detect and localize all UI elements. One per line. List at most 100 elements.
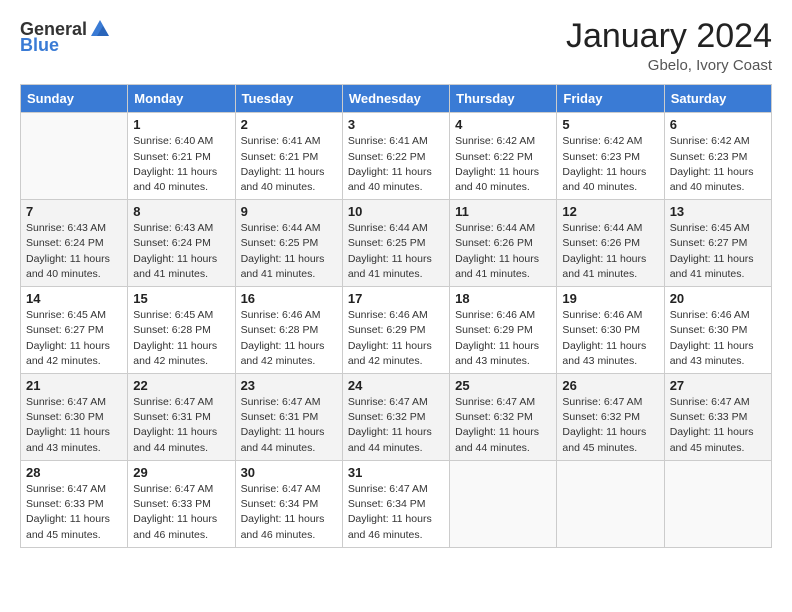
day-number: 4 bbox=[455, 117, 551, 132]
calendar-cell: 14 Sunrise: 6:45 AMSunset: 6:27 PMDayligh… bbox=[21, 287, 128, 374]
calendar-cell: 23 Sunrise: 6:47 AMSunset: 6:31 PMDayligh… bbox=[235, 374, 342, 461]
header-row: SundayMondayTuesdayWednesdayThursdayFrid… bbox=[21, 85, 772, 113]
day-info: Sunrise: 6:46 AMSunset: 6:30 PMDaylight:… bbox=[670, 308, 766, 369]
day-info: Sunrise: 6:44 AMSunset: 6:26 PMDaylight:… bbox=[455, 221, 551, 282]
day-info: Sunrise: 6:46 AMSunset: 6:29 PMDaylight:… bbox=[455, 308, 551, 369]
calendar-cell: 2Sunrise: 6:41 AMSunset: 6:21 PMDaylight… bbox=[235, 113, 342, 200]
day-info: Sunrise: 6:43 AMSunset: 6:24 PMDaylight:… bbox=[133, 221, 229, 282]
day-number: 18 bbox=[455, 291, 551, 306]
day-number: 9 bbox=[241, 204, 337, 219]
day-number: 30 bbox=[241, 465, 337, 480]
day-number: 25 bbox=[455, 378, 551, 393]
day-info: Sunrise: 6:46 AMSunset: 6:29 PMDaylight:… bbox=[348, 308, 444, 369]
day-number: 5 bbox=[562, 117, 658, 132]
header-cell-friday: Friday bbox=[557, 85, 664, 113]
calendar-cell: 8 Sunrise: 6:43 AMSunset: 6:24 PMDaylight… bbox=[128, 200, 235, 287]
day-number: 28 bbox=[26, 465, 122, 480]
header-cell-saturday: Saturday bbox=[664, 85, 771, 113]
calendar-cell bbox=[664, 460, 771, 547]
header-cell-sunday: Sunday bbox=[21, 85, 128, 113]
calendar-cell: 31Sunrise: 6:47 AMSunset: 6:34 PMDayligh… bbox=[342, 460, 449, 547]
day-info: Sunrise: 6:45 AMSunset: 6:28 PMDaylight:… bbox=[133, 308, 229, 369]
calendar-cell: 15 Sunrise: 6:45 AMSunset: 6:28 PMDayligh… bbox=[128, 287, 235, 374]
calendar-cell: 20 Sunrise: 6:46 AMSunset: 6:30 PMDayligh… bbox=[664, 287, 771, 374]
week-row-2: 7 Sunrise: 6:43 AMSunset: 6:24 PMDaylight… bbox=[21, 200, 772, 287]
day-number: 6 bbox=[670, 117, 766, 132]
day-info: Sunrise: 6:47 AMSunset: 6:31 PMDaylight:… bbox=[133, 395, 229, 456]
day-info: Sunrise: 6:47 AMSunset: 6:32 PMDaylight:… bbox=[455, 395, 551, 456]
day-info: Sunrise: 6:47 AMSunset: 6:34 PMDaylight:… bbox=[348, 482, 444, 543]
calendar-cell: 3 Sunrise: 6:41 AMSunset: 6:22 PMDaylight… bbox=[342, 113, 449, 200]
day-number: 23 bbox=[241, 378, 337, 393]
calendar-cell: 4 Sunrise: 6:42 AMSunset: 6:22 PMDaylight… bbox=[450, 113, 557, 200]
calendar-table: SundayMondayTuesdayWednesdayThursdayFrid… bbox=[20, 84, 772, 547]
day-number: 21 bbox=[26, 378, 122, 393]
calendar-cell: 27 Sunrise: 6:47 AMSunset: 6:33 PMDayligh… bbox=[664, 374, 771, 461]
day-number: 14 bbox=[26, 291, 122, 306]
header-cell-thursday: Thursday bbox=[450, 85, 557, 113]
title-block: January 2024 Gbelo, Ivory Coast bbox=[566, 18, 772, 74]
calendar-cell bbox=[450, 460, 557, 547]
calendar-cell: 29 Sunrise: 6:47 AMSunset: 6:33 PMDayligh… bbox=[128, 460, 235, 547]
calendar-cell: 26 Sunrise: 6:47 AMSunset: 6:32 PMDayligh… bbox=[557, 374, 664, 461]
day-info: Sunrise: 6:45 AMSunset: 6:27 PMDaylight:… bbox=[26, 308, 122, 369]
day-number: 29 bbox=[133, 465, 229, 480]
day-number: 17 bbox=[348, 291, 444, 306]
day-info: Sunrise: 6:47 AMSunset: 6:32 PMDaylight:… bbox=[348, 395, 444, 456]
day-info: Sunrise: 6:47 AMSunset: 6:34 PMDaylight:… bbox=[241, 482, 337, 543]
day-info: Sunrise: 6:47 AMSunset: 6:33 PMDaylight:… bbox=[26, 482, 122, 543]
day-number: 19 bbox=[562, 291, 658, 306]
day-info: Sunrise: 6:44 AMSunset: 6:25 PMDaylight:… bbox=[241, 221, 337, 282]
calendar-cell: 9 Sunrise: 6:44 AMSunset: 6:25 PMDaylight… bbox=[235, 200, 342, 287]
day-info: Sunrise: 6:41 AMSunset: 6:22 PMDaylight:… bbox=[348, 134, 444, 195]
week-row-5: 28 Sunrise: 6:47 AMSunset: 6:33 PMDayligh… bbox=[21, 460, 772, 547]
day-number: 2 bbox=[241, 117, 337, 132]
day-number: 10 bbox=[348, 204, 444, 219]
day-number: 22 bbox=[133, 378, 229, 393]
header-cell-wednesday: Wednesday bbox=[342, 85, 449, 113]
day-info: Sunrise: 6:47 AMSunset: 6:31 PMDaylight:… bbox=[241, 395, 337, 456]
day-info: Sunrise: 6:42 AMSunset: 6:23 PMDaylight:… bbox=[562, 134, 658, 195]
calendar-cell: 22 Sunrise: 6:47 AMSunset: 6:31 PMDayligh… bbox=[128, 374, 235, 461]
calendar-cell: 28 Sunrise: 6:47 AMSunset: 6:33 PMDayligh… bbox=[21, 460, 128, 547]
calendar-cell: 17 Sunrise: 6:46 AMSunset: 6:29 PMDayligh… bbox=[342, 287, 449, 374]
calendar-cell: 1Sunrise: 6:40 AMSunset: 6:21 PMDaylight… bbox=[128, 113, 235, 200]
calendar-cell bbox=[21, 113, 128, 200]
logo-blue-text: Blue bbox=[20, 36, 59, 54]
page: General Blue January 2024 Gbelo, Ivory C… bbox=[0, 0, 792, 612]
logo: General Blue bbox=[20, 18, 111, 54]
day-number: 15 bbox=[133, 291, 229, 306]
day-info: Sunrise: 6:47 AMSunset: 6:33 PMDaylight:… bbox=[670, 395, 766, 456]
day-info: Sunrise: 6:46 AMSunset: 6:28 PMDaylight:… bbox=[241, 308, 337, 369]
day-number: 8 bbox=[133, 204, 229, 219]
day-info: Sunrise: 6:47 AMSunset: 6:33 PMDaylight:… bbox=[133, 482, 229, 543]
day-info: Sunrise: 6:42 AMSunset: 6:23 PMDaylight:… bbox=[670, 134, 766, 195]
calendar-cell: 18 Sunrise: 6:46 AMSunset: 6:29 PMDayligh… bbox=[450, 287, 557, 374]
day-number: 12 bbox=[562, 204, 658, 219]
calendar-cell: 12 Sunrise: 6:44 AMSunset: 6:26 PMDayligh… bbox=[557, 200, 664, 287]
day-number: 27 bbox=[670, 378, 766, 393]
header: General Blue January 2024 Gbelo, Ivory C… bbox=[20, 18, 772, 74]
calendar-cell bbox=[557, 460, 664, 547]
calendar-cell: 24Sunrise: 6:47 AMSunset: 6:32 PMDayligh… bbox=[342, 374, 449, 461]
calendar-cell: 6 Sunrise: 6:42 AMSunset: 6:23 PMDaylight… bbox=[664, 113, 771, 200]
day-info: Sunrise: 6:40 AMSunset: 6:21 PMDaylight:… bbox=[133, 134, 229, 195]
calendar-cell: 5 Sunrise: 6:42 AMSunset: 6:23 PMDaylight… bbox=[557, 113, 664, 200]
day-number: 26 bbox=[562, 378, 658, 393]
day-info: Sunrise: 6:42 AMSunset: 6:22 PMDaylight:… bbox=[455, 134, 551, 195]
calendar-cell: 7Sunrise: 6:43 AMSunset: 6:24 PMDaylight… bbox=[21, 200, 128, 287]
day-info: Sunrise: 6:46 AMSunset: 6:30 PMDaylight:… bbox=[562, 308, 658, 369]
calendar-cell: 30 Sunrise: 6:47 AMSunset: 6:34 PMDayligh… bbox=[235, 460, 342, 547]
subtitle: Gbelo, Ivory Coast bbox=[566, 57, 772, 74]
calendar-cell: 13Sunrise: 6:45 AMSunset: 6:27 PMDayligh… bbox=[664, 200, 771, 287]
day-info: Sunrise: 6:47 AMSunset: 6:32 PMDaylight:… bbox=[562, 395, 658, 456]
main-title: January 2024 bbox=[566, 18, 772, 55]
day-number: 7 bbox=[26, 204, 122, 219]
day-number: 16 bbox=[241, 291, 337, 306]
calendar-cell: 11Sunrise: 6:44 AMSunset: 6:26 PMDayligh… bbox=[450, 200, 557, 287]
header-cell-tuesday: Tuesday bbox=[235, 85, 342, 113]
day-number: 20 bbox=[670, 291, 766, 306]
week-row-3: 14 Sunrise: 6:45 AMSunset: 6:27 PMDayligh… bbox=[21, 287, 772, 374]
day-info: Sunrise: 6:44 AMSunset: 6:26 PMDaylight:… bbox=[562, 221, 658, 282]
day-number: 3 bbox=[348, 117, 444, 132]
